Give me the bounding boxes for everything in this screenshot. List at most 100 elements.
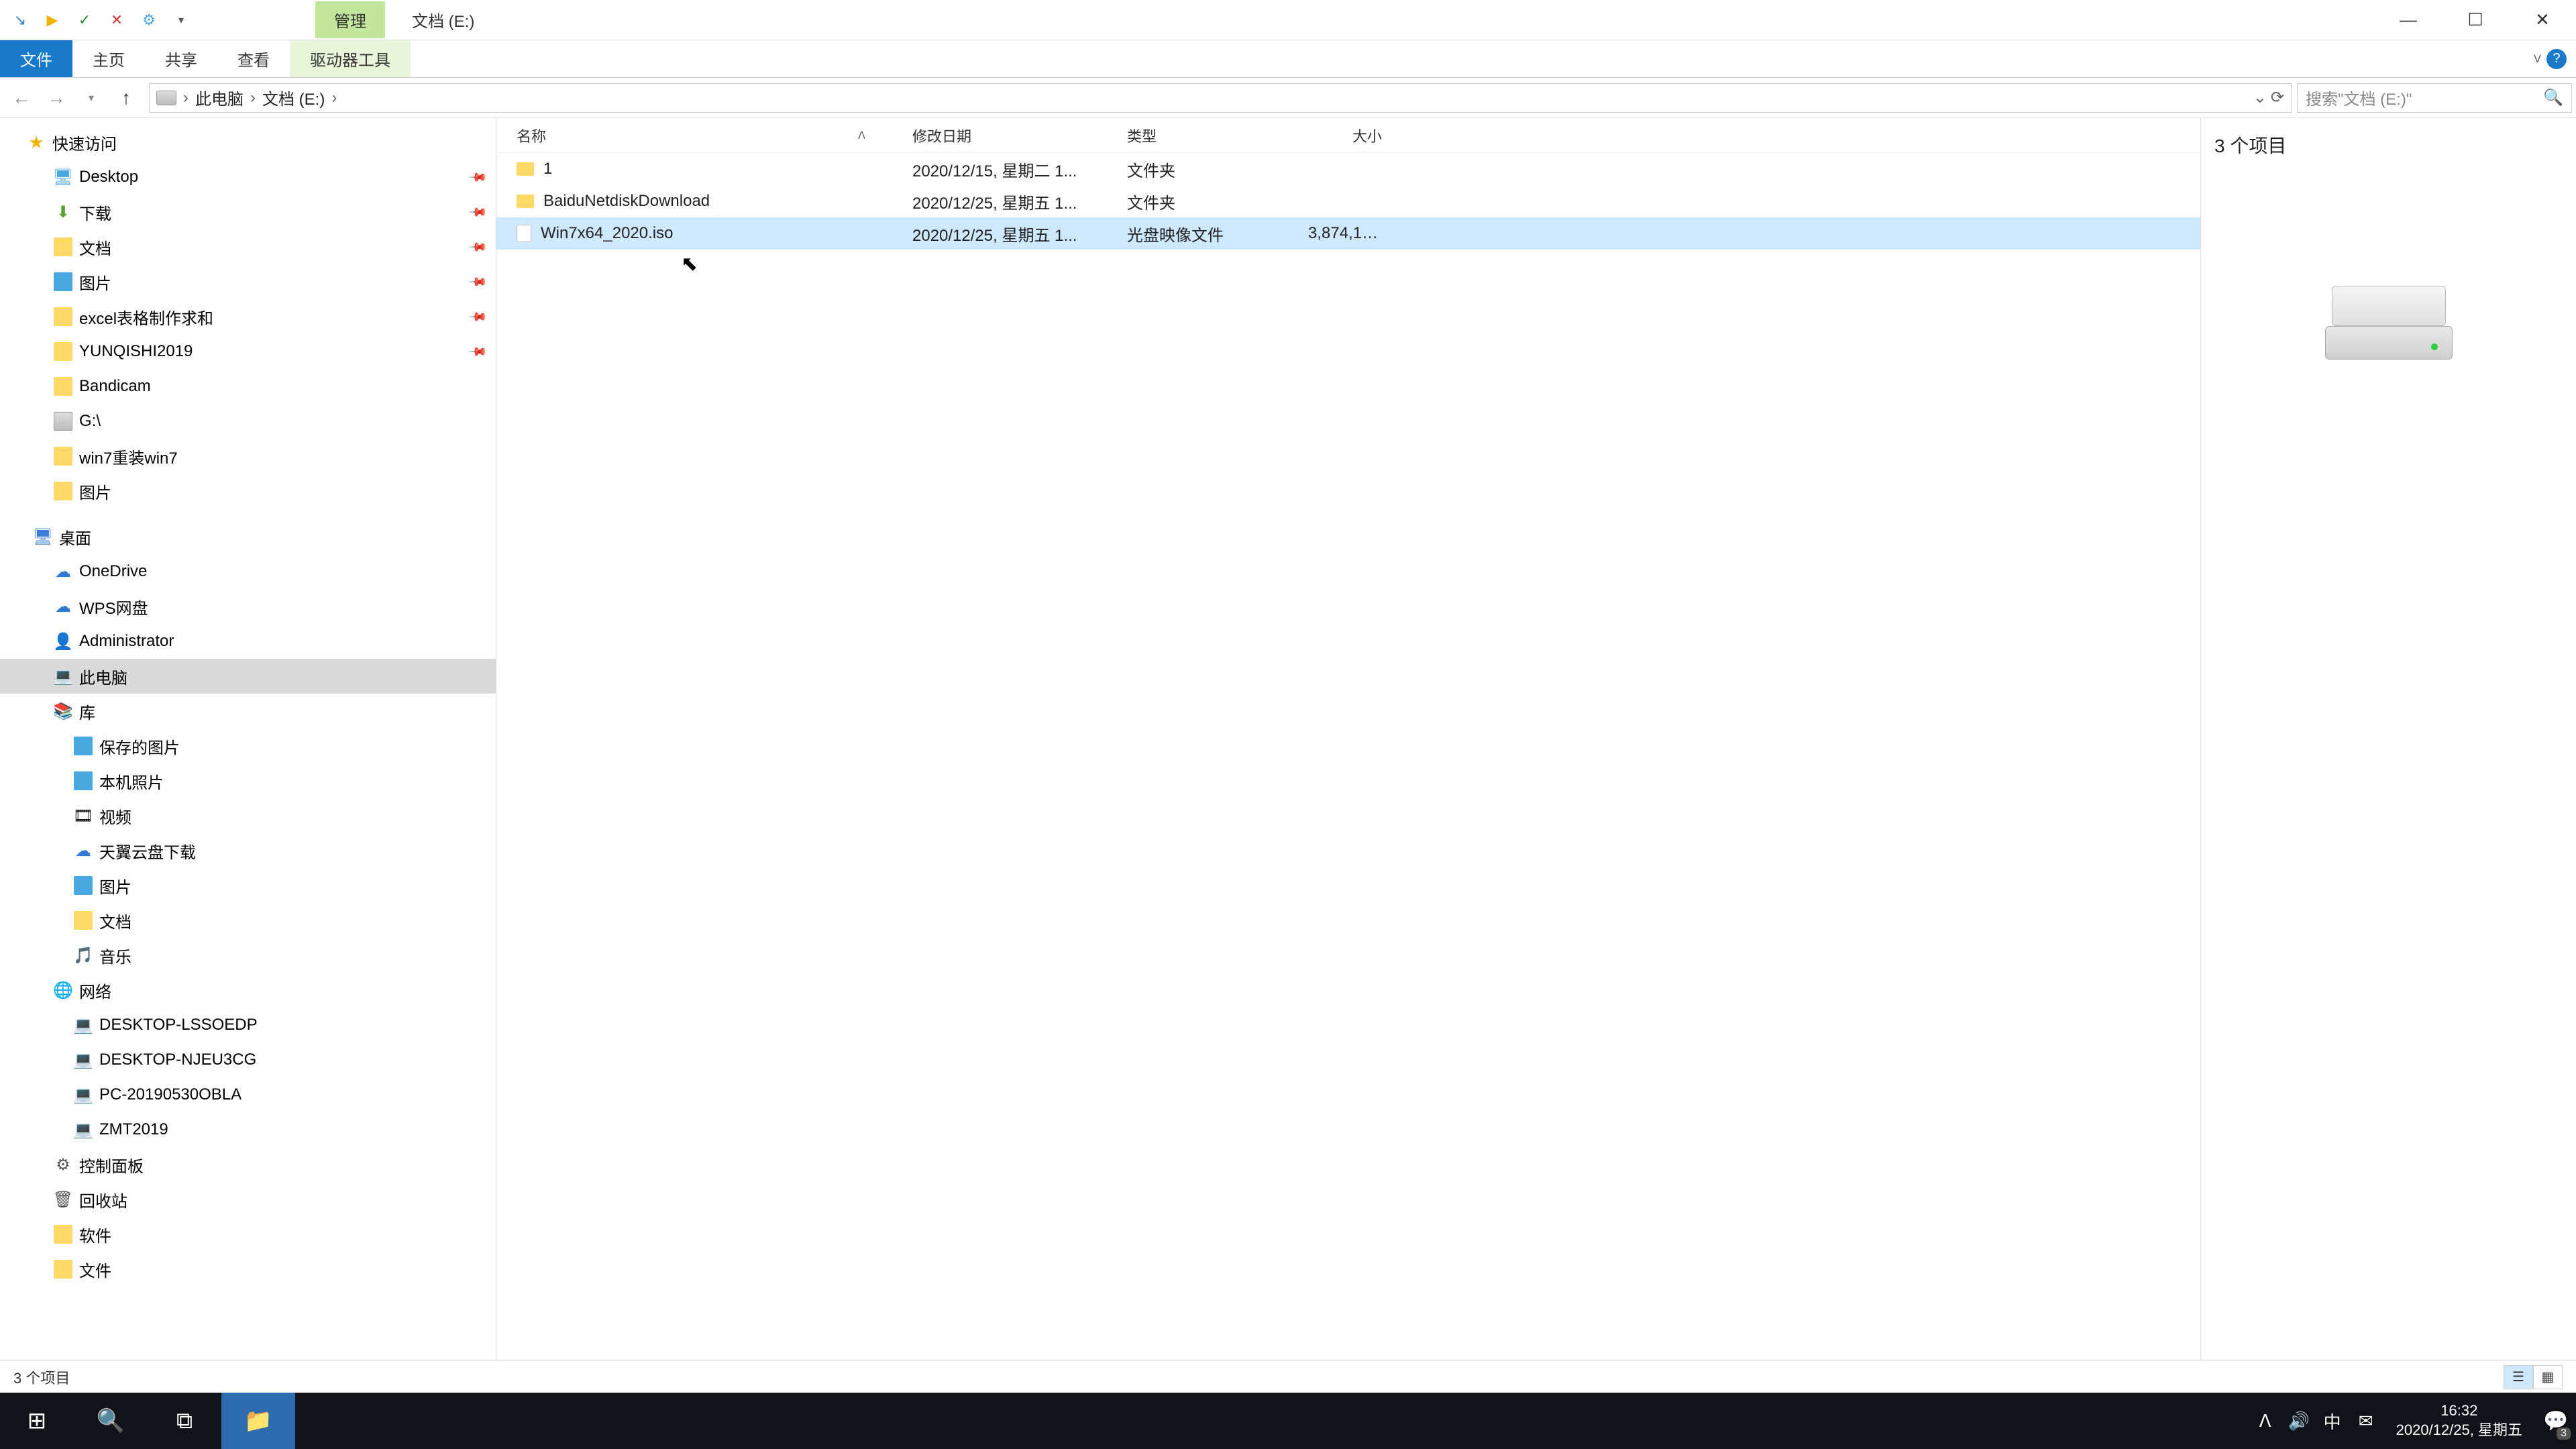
breadcrumb-root[interactable]: 此电脑 <box>195 86 244 109</box>
music-icon: 🎵 <box>74 946 93 965</box>
ribbon-tab-home[interactable]: 主页 <box>72 40 145 77</box>
search-icon[interactable]: 🔍 <box>2543 88 2563 107</box>
address-dropdown-icon[interactable]: ⌄ <box>2253 88 2267 107</box>
sound-icon[interactable]: 🔊 <box>2282 1393 2316 1449</box>
tree-tianyi[interactable]: ☁天翼云盘下载 <box>0 833 496 868</box>
tree-admin[interactable]: 👤Administrator <box>0 624 496 659</box>
tree-pictures[interactable]: 图片📌 <box>0 264 496 299</box>
tree-excel[interactable]: excel表格制作求和📌 <box>0 299 496 334</box>
tree-net-pc3[interactable]: 💻PC-20190530OBLA <box>0 1077 496 1112</box>
mail-icon[interactable]: ✉ <box>2349 1393 2383 1449</box>
cloud-icon: ☁ <box>74 841 93 860</box>
folder-icon <box>54 447 72 466</box>
minimize-button[interactable]: — <box>2375 0 2442 40</box>
file-list: 名称ᐱ 修改日期 类型 大小 12020/12/15, 星期二 1...文件夹B… <box>496 118 2200 1360</box>
column-date[interactable]: 修改日期 <box>892 125 1107 146</box>
taskbar-search-button[interactable]: 🔍 <box>74 1393 148 1449</box>
tree-desktop[interactable]: 🖥Desktop📌 <box>0 160 496 195</box>
control-panel-icon: ⚙ <box>54 1155 72 1174</box>
file-type: 文件夹 <box>1107 190 1288 213</box>
tree-quick-access[interactable]: ★快速访问 <box>0 125 496 160</box>
pin-icon: 📌 <box>467 202 488 223</box>
status-bar: 3 个项目 ☰ ▦ <box>0 1360 2576 1393</box>
tree-gdrive[interactable]: G:\ <box>0 404 496 439</box>
desktop-icon: 🖥 <box>34 527 52 546</box>
tree-desktop-root[interactable]: 🖥桌面 <box>0 519 496 554</box>
tree-net-pc4[interactable]: 💻ZMT2019 <box>0 1112 496 1147</box>
tree-net-pc2[interactable]: 💻DESKTOP-NJEU3CG <box>0 1042 496 1077</box>
tree-onedrive[interactable]: ☁OneDrive <box>0 554 496 589</box>
ime-icon[interactable]: 中 <box>2316 1393 2349 1449</box>
file-row[interactable]: 12020/12/15, 星期二 1...文件夹 <box>496 153 2200 185</box>
refresh-icon[interactable]: ⟳ <box>2271 88 2284 107</box>
breadcrumb-separator: › <box>331 89 337 107</box>
tree-bandicam[interactable]: Bandicam <box>0 369 496 404</box>
qat-check-icon[interactable]: ✓ <box>71 7 98 34</box>
tree-win7[interactable]: win7重装win7 <box>0 439 496 474</box>
search-input[interactable]: 搜索"文档 (E:)" 🔍 <box>2297 83 2572 113</box>
tray-overflow-icon[interactable]: ᐱ <box>2249 1393 2282 1449</box>
drive-icon <box>156 91 176 105</box>
qat-folder-icon[interactable]: ▶ <box>39 7 66 34</box>
qat-delete-icon[interactable]: ✕ <box>103 7 130 34</box>
nav-back-button[interactable]: ← <box>4 80 39 115</box>
view-thumbnails-button[interactable]: ▦ <box>2533 1365 2563 1389</box>
nav-recent-dropdown[interactable]: ▾ <box>74 80 109 115</box>
tree-network[interactable]: 🌐网络 <box>0 973 496 1008</box>
tree-net-pc1[interactable]: 💻DESKTOP-LSSOEDP <box>0 1008 496 1042</box>
tree-wps[interactable]: ☁WPS网盘 <box>0 589 496 624</box>
folder-icon <box>54 1260 72 1279</box>
pin-icon: 📌 <box>467 341 488 362</box>
notification-center-icon[interactable]: 💬 3 <box>2536 1393 2576 1449</box>
taskbar-explorer-button[interactable]: 📁 <box>221 1393 295 1449</box>
address-bar[interactable]: › 此电脑 › 文档 (E:) › ⌄ ⟳ <box>149 83 2292 113</box>
pc-icon: 💻 <box>74 1120 93 1139</box>
nav-up-button[interactable]: ↑ <box>109 80 144 115</box>
qat-dropdown-icon[interactable]: ▾ <box>168 7 195 34</box>
help-icon[interactable]: ? <box>2546 49 2567 69</box>
nav-forward-button[interactable]: → <box>39 80 74 115</box>
tree-saved-pictures[interactable]: 保存的图片 <box>0 729 496 763</box>
tree-documents[interactable]: 文档📌 <box>0 229 496 264</box>
tree-thispc[interactable]: 💻此电脑 <box>0 659 496 694</box>
tree-yunqishi[interactable]: YUNQISHI2019📌 <box>0 334 496 369</box>
qat-properties-icon[interactable]: ⚙ <box>136 7 162 34</box>
maximize-button[interactable]: ☐ <box>2442 0 2509 40</box>
column-size[interactable]: 大小 <box>1288 125 1395 146</box>
breadcrumb-separator: › <box>183 89 189 107</box>
drive-preview-icon <box>2325 286 2453 360</box>
file-name: BaiduNetdiskDownload <box>496 192 892 211</box>
ribbon-tab-drive-tools[interactable]: 驱动器工具 <box>290 40 411 77</box>
tree-local-photo[interactable]: 本机照片 <box>0 763 496 798</box>
view-details-button[interactable]: ☰ <box>2504 1365 2533 1389</box>
video-icon: 🎞 <box>74 806 93 825</box>
preview-title: 3 个项目 <box>2201 131 2286 158</box>
taskbar-clock[interactable]: 16:32 2020/12/25, 星期五 <box>2383 1401 2536 1440</box>
tree-doc2[interactable]: 文档 <box>0 903 496 938</box>
folder-icon <box>74 911 93 930</box>
start-button[interactable]: ⊞ <box>0 1393 74 1449</box>
task-view-button[interactable]: ⧉ <box>148 1393 221 1449</box>
close-button[interactable]: ✕ <box>2509 0 2576 40</box>
tree-video[interactable]: 🎞视频 <box>0 798 496 833</box>
file-row[interactable]: Win7x64_2020.iso2020/12/25, 星期五 1...光盘映像… <box>496 217 2200 250</box>
ribbon-tab-view[interactable]: 查看 <box>217 40 290 77</box>
tree-music[interactable]: 🎵音乐 <box>0 938 496 973</box>
tree-library[interactable]: 📚库 <box>0 694 496 729</box>
tree-file[interactable]: 文件 <box>0 1252 496 1287</box>
tree-software[interactable]: 软件 <box>0 1217 496 1252</box>
navigation-tree[interactable]: ★快速访问 🖥Desktop📌 ⬇下载📌 文档📌 图片📌 excel表格制作求和… <box>0 118 496 1360</box>
file-row[interactable]: BaiduNetdiskDownload2020/12/25, 星期五 1...… <box>496 185 2200 217</box>
app-icon[interactable]: ↘ <box>7 7 34 34</box>
ribbon-tab-share[interactable]: 共享 <box>145 40 217 77</box>
tree-pictures2[interactable]: 图片 <box>0 474 496 508</box>
ribbon-expand-icon[interactable]: ᐯ <box>2534 52 2541 66</box>
ribbon-tab-file[interactable]: 文件 <box>0 40 72 77</box>
column-type[interactable]: 类型 <box>1107 125 1288 146</box>
tree-pic3[interactable]: 图片 <box>0 868 496 903</box>
column-name[interactable]: 名称ᐱ <box>496 125 892 146</box>
breadcrumb-location[interactable]: 文档 (E:) <box>262 86 325 109</box>
tree-control-panel[interactable]: ⚙控制面板 <box>0 1147 496 1182</box>
tree-recycle[interactable]: 🗑回收站 <box>0 1182 496 1217</box>
tree-downloads[interactable]: ⬇下载📌 <box>0 195 496 229</box>
